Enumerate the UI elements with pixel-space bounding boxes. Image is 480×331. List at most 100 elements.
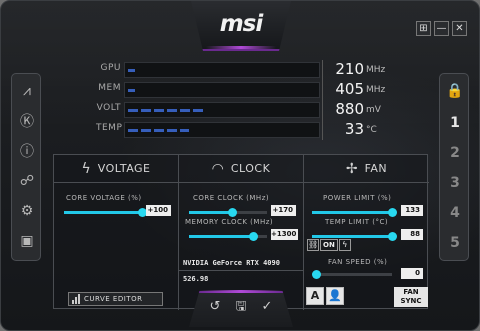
fan-sync-button[interactable]: FAN SYNC (394, 287, 428, 307)
fan-speed-slider[interactable] (312, 270, 392, 279)
fan-speed-value[interactable]: 0 (401, 268, 423, 279)
voltage-unit: mV (366, 105, 381, 115)
save-icon: 🖫 (235, 299, 247, 314)
power-limit-fill (312, 211, 392, 214)
mem-clock-value: 405 (322, 80, 364, 100)
info-button[interactable]: ⓘ (12, 136, 42, 166)
fan-speed-knob[interactable] (312, 270, 321, 279)
core-clock-slider[interactable] (189, 208, 267, 217)
kombustor-icon: ⩘ (23, 83, 31, 99)
kombustor-button[interactable]: ⩘ (12, 76, 42, 106)
profile-toolbar: 🔒 1 2 3 4 5 (439, 73, 469, 261)
temp-label: TEMP (96, 123, 123, 133)
title-glow (206, 46, 276, 49)
temperature-row: TEMP 33 °C (96, 120, 396, 140)
lock-button[interactable]: 🔒 (440, 76, 470, 106)
memory-clock-slider[interactable] (189, 232, 267, 241)
power-limit-value[interactable]: 133 (401, 205, 423, 216)
gpu-name: NVIDIA GeForce RTX 4090 (183, 259, 280, 267)
memory-clock-knob[interactable] (249, 232, 258, 241)
settings-button[interactable]: ⚙ (12, 196, 42, 226)
core-voltage-value[interactable]: +100 (146, 205, 171, 216)
reset-button[interactable]: ↺ (207, 299, 223, 315)
driver-version: 526.98 (183, 275, 209, 283)
core-voltage-fill (64, 211, 142, 214)
limit-link-group: ⛓ ON ϟ (307, 239, 351, 251)
lock-icon: 🔒 (446, 83, 464, 99)
fan-auto-button[interactable]: A (306, 287, 324, 305)
mem-clock-bar (124, 82, 320, 98)
gpu-clock-row: GPU 210 MHz (96, 60, 396, 80)
temp-limit-value[interactable]: 88 (401, 229, 423, 240)
windows-button[interactable]: ⊞ (416, 21, 431, 36)
voltage-section: ϟ VOLTAGE CORE VOLTAGE (%) +100 CURVE ED… (54, 155, 179, 310)
settings-icon: ⚙ (20, 203, 34, 219)
fan-section: ✢ FAN POWER LIMIT (%) 133 TEMP LIMIT (°C… (304, 155, 429, 310)
oc-scanner-button[interactable]: ☍ (12, 166, 42, 196)
core-voltage-slider[interactable] (64, 208, 147, 217)
close-button[interactable]: ✕ (452, 21, 467, 36)
fan-speed-label: FAN SPEED (%) (328, 258, 388, 266)
temperature-bar (124, 122, 320, 138)
fan-icon: ✢ (345, 160, 358, 177)
profile-2-button[interactable]: 2 (440, 138, 470, 168)
temperature-unit: °C (366, 125, 377, 135)
temp-limit-knob[interactable] (388, 232, 397, 241)
profile-4-button[interactable]: 4 (440, 198, 470, 228)
fan-sync-line2: SYNC (400, 297, 422, 305)
mem-clock-row: MEM 405 MHz (96, 80, 396, 100)
k-boost-button[interactable]: Ⓚ (12, 106, 42, 136)
mem-clock-fill (128, 89, 135, 92)
user-define-button[interactable]: 👤 (326, 287, 344, 305)
gpu-clock-bar (124, 62, 320, 78)
fan-sync-line1: FAN (403, 288, 419, 296)
mem-clock-unit: MHz (366, 85, 386, 95)
gpu-clock-value: 210 (322, 60, 364, 80)
memory-clock-fill (189, 235, 253, 238)
profile-3-button[interactable]: 3 (440, 168, 470, 198)
gpu-info-divider (179, 270, 304, 271)
oc-scanner-icon: ☍ (19, 173, 35, 189)
profile-5-button[interactable]: 5 (440, 228, 470, 258)
monitor-icon: ▣ (20, 233, 34, 249)
voltage-fill (128, 109, 206, 112)
memory-clock-label: MEMORY CLOCK (MHz) (185, 218, 274, 226)
power-limit-slider[interactable] (312, 208, 397, 217)
msi-logo: msi (219, 11, 264, 37)
core-clock-label: CORE CLOCK (MHz) (193, 194, 270, 202)
curve-editor-button[interactable]: CURVE EDITOR (68, 292, 163, 306)
temp-limit-fill (312, 235, 392, 238)
user-icon: 👤 (328, 289, 342, 302)
link-on-toggle[interactable]: ON (320, 239, 338, 251)
hardware-monitor-button[interactable]: ▣ (12, 226, 42, 256)
temperature-fill (128, 129, 189, 132)
link-icon[interactable]: ⛓ (307, 239, 319, 251)
core-voltage-label: CORE VOLTAGE (%) (66, 194, 142, 202)
priority-icon[interactable]: ϟ (338, 239, 351, 251)
reset-icon: ↺ (209, 299, 221, 314)
profile-1-button[interactable]: 1 (440, 108, 470, 138)
clock-section: ◠ CLOCK CORE CLOCK (MHz) +170 MEMORY CLO… (179, 155, 304, 310)
core-clock-fill (189, 211, 232, 214)
save-button[interactable]: 🖫 (233, 299, 249, 315)
memory-clock-value[interactable]: +1300 (271, 229, 298, 240)
clock-title: CLOCK (230, 162, 271, 175)
power-limit-knob[interactable] (388, 208, 397, 217)
temperature-value: 33 (322, 120, 364, 140)
volt-label: VOLT (96, 103, 121, 113)
clock-header: ◠ CLOCK (179, 155, 303, 183)
core-clock-knob[interactable] (228, 208, 237, 217)
core-clock-value[interactable]: +170 (271, 205, 296, 216)
voltage-row: VOLT 880 mV (96, 100, 396, 120)
power-limit-label: POWER LIMIT (%) (323, 194, 392, 202)
msi-afterburner-window: msi ⊞ — ✕ ⩘ Ⓚ ⓘ ☍ ⚙ ▣ 🔒 1 2 3 4 5 GPU 21 (0, 0, 480, 331)
gpu-clock-fill (128, 69, 135, 72)
lightning-icon: ϟ (81, 160, 91, 177)
minimize-button[interactable]: — (434, 21, 449, 36)
window-controls: ⊞ — ✕ (416, 21, 467, 36)
bar-chart-icon (72, 294, 80, 304)
curve-editor-label: CURVE EDITOR (84, 295, 143, 303)
temp-limit-slider[interactable] (312, 232, 397, 241)
voltage-bar (124, 102, 320, 118)
apply-button[interactable]: ✓ (259, 299, 275, 315)
